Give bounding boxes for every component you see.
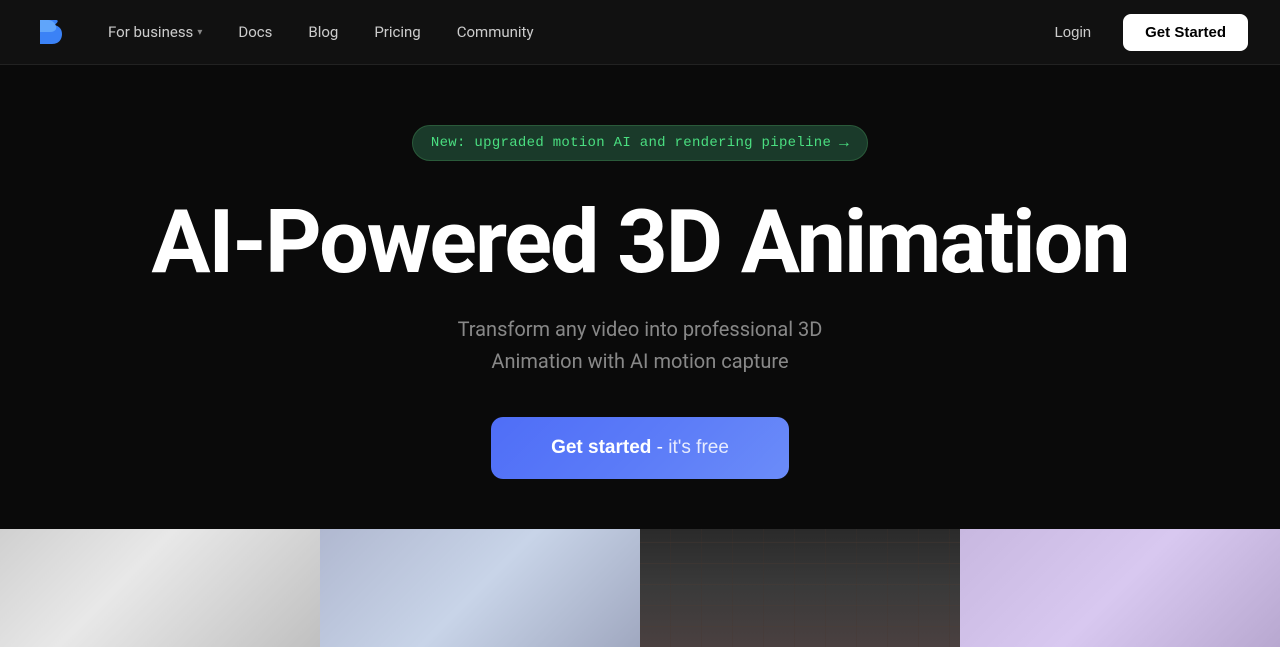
- gallery-item-1: [0, 529, 320, 647]
- gallery-row: [0, 529, 1280, 647]
- nav-blog[interactable]: Blog: [292, 15, 354, 49]
- cta-light-text: it's free: [668, 437, 729, 458]
- arrow-icon: →: [839, 134, 849, 152]
- announcement-text: New: upgraded motion AI and rendering pi…: [431, 135, 831, 151]
- get-started-nav-button[interactable]: Get Started: [1123, 14, 1248, 51]
- cta-get-started-button[interactable]: Get started - it's free: [491, 417, 789, 479]
- chevron-down-icon: ▾: [197, 27, 202, 38]
- cta-separator: -: [651, 437, 668, 458]
- gallery-item-2: [320, 529, 640, 647]
- logo[interactable]: [32, 14, 68, 50]
- navbar-links: For business ▾ Docs Blog Pricing Communi…: [92, 15, 550, 49]
- hero-subtitle: Transform any video into professional 3D…: [458, 313, 823, 377]
- nav-docs[interactable]: Docs: [222, 15, 288, 49]
- announcement-badge[interactable]: New: upgraded motion AI and rendering pi…: [412, 125, 868, 161]
- nav-community[interactable]: Community: [441, 15, 550, 49]
- nav-for-business[interactable]: For business ▾: [92, 15, 218, 49]
- gallery-item-4: [960, 529, 1280, 647]
- navbar-left: For business ▾ Docs Blog Pricing Communi…: [32, 14, 550, 50]
- hero-section: New: upgraded motion AI and rendering pi…: [0, 65, 1280, 529]
- cta-bold-text: Get started: [551, 437, 651, 458]
- nav-pricing[interactable]: Pricing: [358, 15, 436, 49]
- hero-title: AI-Powered 3D Animation: [151, 197, 1128, 289]
- gallery-item-3: [640, 529, 960, 647]
- navbar-right: Login Get Started: [1038, 14, 1248, 51]
- login-button[interactable]: Login: [1038, 16, 1107, 49]
- navbar: For business ▾ Docs Blog Pricing Communi…: [0, 0, 1280, 65]
